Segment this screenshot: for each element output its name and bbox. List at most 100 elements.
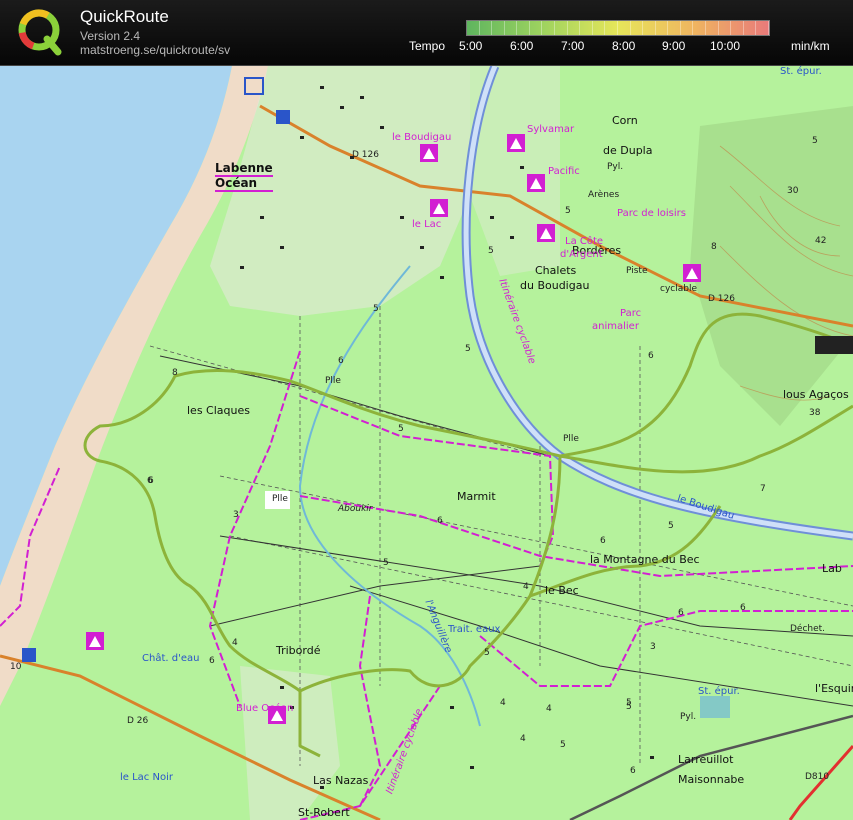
road-label-d26: D 26 xyxy=(127,716,149,726)
place-l-esquire: l'Esquire xyxy=(815,682,853,695)
contour-number: 6 xyxy=(630,766,636,776)
poi-parc-animalier-1: Parc xyxy=(620,308,642,319)
hills-east xyxy=(690,106,853,426)
contour-number: 5 xyxy=(626,698,632,708)
place-tribord: Tribordé xyxy=(276,644,321,657)
tempo-unit: min/km xyxy=(791,39,830,53)
water-trait-eaux: Trait. eaux xyxy=(448,624,501,635)
tempo-bar-cell xyxy=(631,21,644,35)
map-view[interactable]: Labenne Océan les Claques Marmit la Monta… xyxy=(0,66,853,820)
contour-number: 5 xyxy=(465,344,471,354)
contour-number: 5 xyxy=(488,246,494,256)
poi-cote-argent-2: d'Argent xyxy=(560,249,603,260)
contour-number: 38 xyxy=(809,408,821,418)
map-canvas xyxy=(0,66,853,820)
place-plle-3: Plle xyxy=(272,494,288,504)
place-las-nazas: Las Nazas xyxy=(313,774,369,787)
water-st-epur-south: St. épur. xyxy=(698,686,740,697)
road-label-d810: D810 xyxy=(805,772,830,782)
tempo-gradient-bar xyxy=(466,20,770,36)
tempo-bar-cell xyxy=(681,21,694,35)
place-maisonnabe: Maisonnabe xyxy=(678,773,745,786)
place-larreuillot: Larreuillot xyxy=(678,753,734,766)
place-arenes: Arènes xyxy=(588,190,620,200)
place-labenne: Labenne Océan xyxy=(215,161,273,192)
tempo-bar-cell xyxy=(580,21,593,35)
poi-le-lac: le Lac xyxy=(412,219,442,230)
tempo-bar-cell xyxy=(517,21,530,35)
water-chat-deau: Chât. d'eau xyxy=(142,653,200,664)
tempo-bar-cell xyxy=(505,21,518,35)
contour-number: 6 xyxy=(209,656,215,666)
quickroute-logo-icon xyxy=(18,9,62,56)
contour-number: 30 xyxy=(787,186,799,196)
place-corn: Corn xyxy=(612,114,638,127)
place-chalets: Chalets xyxy=(535,264,577,277)
tempo-bar-cell xyxy=(618,21,631,35)
road-label-d126: D 126 xyxy=(352,150,379,160)
poi-sylvamar: Sylvamar xyxy=(527,124,575,135)
poi-cote-argent-1: La Côte xyxy=(565,236,604,247)
place-du-boudigau: du Boudigau xyxy=(520,279,590,292)
tempo-bar-cell xyxy=(492,21,505,35)
road-d810 xyxy=(788,745,853,820)
place-dechet: Déchet. xyxy=(790,624,826,634)
contour-number: 4 xyxy=(520,734,526,744)
water-st-epur-north: St. épur. xyxy=(780,66,822,77)
contour-number: 6 xyxy=(148,476,154,486)
tempo-bar-cell xyxy=(693,21,706,35)
place-pyl-north: Pyl. xyxy=(607,162,624,172)
tempo-tick: 8:00 xyxy=(612,39,636,53)
contour-number: 5 xyxy=(373,304,379,314)
contour-number: 8 xyxy=(711,242,717,252)
contour-number: 3 xyxy=(233,510,239,520)
tempo-tick: 5:00 xyxy=(459,39,483,53)
contour-number: 4 xyxy=(232,638,238,648)
place-pyl-south: Pyl. xyxy=(680,712,697,722)
contour-number: 6 xyxy=(740,603,746,613)
contour-number: 5 xyxy=(484,648,490,658)
contour-number: 5 xyxy=(560,740,566,750)
tempo-bar-cell xyxy=(593,21,606,35)
tempo-bar-cell xyxy=(656,21,669,35)
tempo-bar-cell xyxy=(731,21,744,35)
tempo-bar-cell xyxy=(668,21,681,35)
contour-number: 5 xyxy=(812,136,818,146)
tempo-bar-cell xyxy=(706,21,719,35)
app-title: QuickRoute xyxy=(80,7,169,26)
tempo-label: Tempo xyxy=(409,39,446,53)
place-les-claques: les Claques xyxy=(187,404,250,417)
contour-number: 5 xyxy=(565,206,571,216)
place-st-robert: St-Robert xyxy=(298,806,350,819)
road-label-d126-east: D 126 xyxy=(708,294,735,304)
contour-number: 6 xyxy=(600,536,606,546)
place-cyclable: cyclable xyxy=(660,284,697,294)
place-de-dupla: de Dupla xyxy=(603,144,653,157)
tempo-bar-cell xyxy=(643,21,656,35)
contour-number: 6 xyxy=(678,608,684,618)
contour-number: 6 xyxy=(648,351,654,361)
place-plle-1: Plle xyxy=(325,376,341,386)
tempo-tick: 10:00 xyxy=(710,39,741,53)
water-le-lac-noir: le Lac Noir xyxy=(120,772,173,783)
tempo-tick: 9:00 xyxy=(662,39,686,53)
poi-blue-ocean: Blue Océan xyxy=(236,703,294,714)
contour-number: 5 xyxy=(383,558,389,568)
contour-number: 10 xyxy=(10,662,22,672)
app-header: QuickRoute Version 2.4 matstroeng.se/qui… xyxy=(0,0,853,66)
place-marmit: Marmit xyxy=(457,490,496,503)
contour-number: 6 xyxy=(437,516,443,526)
place-aboukir: Aboukir xyxy=(338,504,373,514)
contour-number: 4 xyxy=(500,698,506,708)
place-plle-2: Plle xyxy=(563,434,579,444)
tempo-tick: 6:00 xyxy=(510,39,534,53)
contour-number: 4 xyxy=(523,582,529,592)
treatment-basin xyxy=(700,696,730,718)
poi-pacific: Pacific xyxy=(548,166,580,177)
place-lab: Lab xyxy=(822,562,842,575)
poi-parc-animalier-2: animalier xyxy=(592,321,639,332)
tempo-bar-cell xyxy=(605,21,618,35)
contour-number: 7 xyxy=(760,484,766,494)
tempo-bar-cell xyxy=(568,21,581,35)
tempo-bar-cell xyxy=(467,21,480,35)
